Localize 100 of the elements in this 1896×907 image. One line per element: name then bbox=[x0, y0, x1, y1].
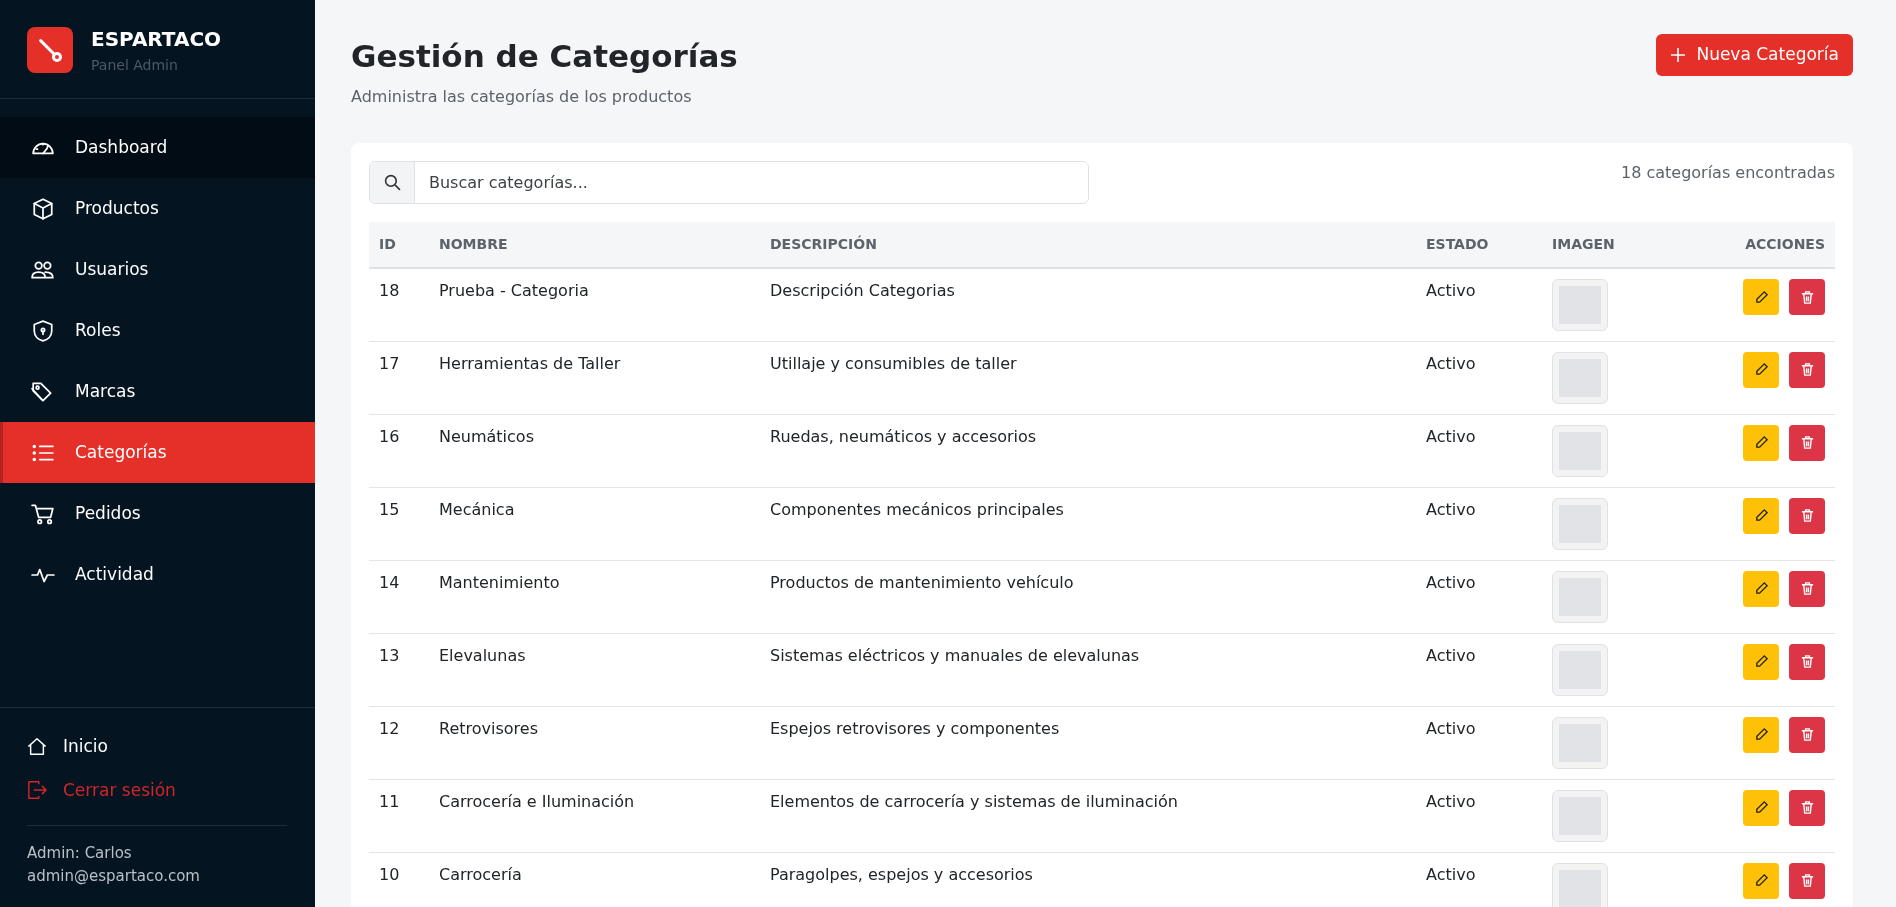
sidebar-item[interactable]: Categorías bbox=[0, 422, 315, 483]
search-icon bbox=[383, 174, 401, 192]
table-cell: Prueba - Categoria bbox=[429, 268, 760, 342]
table-cell: Activo bbox=[1416, 706, 1542, 780]
table-cell: 15 bbox=[369, 487, 429, 561]
brand-subtitle: Panel Admin bbox=[91, 56, 179, 75]
edit-button[interactable] bbox=[1743, 424, 1779, 461]
page-subtitle: Administra las categorías de los productos bbox=[351, 86, 693, 109]
delete-button[interactable] bbox=[1789, 643, 1825, 680]
image-thumbnail bbox=[1552, 497, 1608, 550]
results-count: 18 categorías encontradas bbox=[1620, 162, 1835, 185]
table-cell: Activo bbox=[1416, 779, 1542, 853]
shield-icon bbox=[31, 318, 55, 343]
edit-button[interactable] bbox=[1743, 643, 1779, 680]
sidebar-item[interactable]: Pedidos bbox=[0, 483, 315, 544]
table-cell: 14 bbox=[369, 560, 429, 634]
delete-button[interactable] bbox=[1789, 716, 1825, 753]
edit-button[interactable] bbox=[1743, 789, 1779, 826]
table-cell: Activo bbox=[1416, 268, 1542, 342]
edit-button[interactable] bbox=[1743, 351, 1779, 388]
delete-button[interactable] bbox=[1789, 789, 1825, 826]
trash-icon bbox=[1799, 800, 1815, 816]
table-cell: Activo bbox=[1416, 560, 1542, 634]
trash-icon bbox=[1799, 435, 1815, 451]
delete-button[interactable] bbox=[1789, 279, 1825, 316]
table-cell: Sistemas eléctricos y manuales de elevalunas bbox=[760, 633, 1416, 707]
edit-button[interactable] bbox=[1743, 570, 1779, 607]
search-field[interactable]: Buscar categorías... bbox=[369, 161, 1089, 205]
table-cell: Descripción Categorias bbox=[760, 268, 1416, 342]
table-cell: Componentes mecánicos principales bbox=[760, 487, 1416, 561]
image-thumbnail bbox=[1552, 716, 1608, 769]
pencil-icon bbox=[1753, 800, 1769, 816]
image-thumbnail bbox=[1552, 351, 1608, 404]
delete-button[interactable] bbox=[1789, 351, 1825, 388]
table-cell: Espejos retrovisores y componentes bbox=[760, 706, 1416, 780]
table-cell: 13 bbox=[369, 633, 429, 707]
trash-icon bbox=[1799, 727, 1815, 743]
brand-title: ESPARTACO bbox=[91, 27, 222, 51]
column-header: IMAGEN bbox=[1542, 222, 1702, 269]
sidebar-item[interactable]: Dashboard bbox=[0, 117, 315, 178]
sidebar-item[interactable]: Actividad bbox=[0, 544, 315, 605]
image-thumbnail bbox=[1552, 789, 1608, 842]
trash-icon bbox=[1799, 873, 1815, 889]
table-cell: Activo bbox=[1416, 341, 1542, 415]
image-thumbnail bbox=[1552, 424, 1608, 477]
admin-email: admin@espartaco.com bbox=[27, 865, 201, 887]
pencil-icon bbox=[1753, 727, 1769, 743]
table-cell: 10 bbox=[369, 852, 429, 907]
sidebar-item[interactable]: Marcas bbox=[0, 361, 315, 422]
table-cell: 17 bbox=[369, 341, 429, 415]
cart-icon bbox=[31, 501, 55, 526]
edit-button[interactable] bbox=[1743, 716, 1779, 753]
table-cell: Ruedas, neumáticos y accesorios bbox=[760, 414, 1416, 488]
table-cell: Carrocería bbox=[429, 852, 760, 907]
table-cell: Herramientas de Taller bbox=[429, 341, 760, 415]
trash-icon bbox=[1799, 654, 1815, 670]
home-link[interactable]: Inicio bbox=[27, 734, 288, 760]
edit-button[interactable] bbox=[1743, 862, 1779, 899]
table-cell: Activo bbox=[1416, 414, 1542, 488]
page-title: Gestión de Categorías bbox=[351, 38, 738, 76]
table-cell: Activo bbox=[1416, 487, 1542, 561]
column-header: DESCRIPCIÓN bbox=[760, 222, 1416, 269]
plus-icon bbox=[1670, 46, 1687, 63]
edit-button[interactable] bbox=[1743, 497, 1779, 534]
sidebar-item[interactable]: Productos bbox=[0, 178, 315, 239]
sidebar-item[interactable]: Roles bbox=[0, 300, 315, 361]
delete-button[interactable] bbox=[1789, 497, 1825, 534]
table-cell: 11 bbox=[369, 779, 429, 853]
table-cell: 18 bbox=[369, 268, 429, 342]
pencil-icon bbox=[1753, 435, 1769, 451]
sidebar-item[interactable]: Usuarios bbox=[0, 239, 315, 300]
pencil-icon bbox=[1753, 581, 1769, 597]
new-category-button[interactable]: Nueva Categoría bbox=[1656, 34, 1853, 76]
table-cell: Carrocería e Iluminación bbox=[429, 779, 760, 853]
table-cell: Mecánica bbox=[429, 487, 760, 561]
column-header: ID bbox=[369, 222, 429, 269]
pencil-icon bbox=[1753, 873, 1769, 889]
table-cell: Mantenimiento bbox=[429, 560, 760, 634]
delete-button[interactable] bbox=[1789, 570, 1825, 607]
box-icon bbox=[31, 196, 55, 221]
table-cell: Productos de mantenimiento vehículo bbox=[760, 560, 1416, 634]
edit-button[interactable] bbox=[1743, 279, 1779, 316]
delete-button[interactable] bbox=[1789, 424, 1825, 461]
image-thumbnail bbox=[1552, 570, 1608, 623]
column-header: ACCIONES bbox=[1702, 222, 1835, 269]
table-cell: Neumáticos bbox=[429, 414, 760, 488]
image-thumbnail bbox=[1552, 643, 1608, 696]
logout-icon bbox=[27, 780, 47, 801]
table-cell: Paragolpes, espejos y accesorios bbox=[760, 852, 1416, 907]
trash-icon bbox=[1799, 581, 1815, 597]
pencil-icon bbox=[1753, 654, 1769, 670]
logout-link[interactable]: Cerrar sesión bbox=[27, 777, 288, 803]
delete-button[interactable] bbox=[1789, 862, 1825, 899]
trash-icon bbox=[1799, 289, 1815, 305]
table-cell: Activo bbox=[1416, 852, 1542, 907]
column-header: ESTADO bbox=[1416, 222, 1542, 269]
table-cell: Elevalunas bbox=[429, 633, 760, 707]
image-thumbnail bbox=[1552, 279, 1608, 332]
trash-icon bbox=[1799, 362, 1815, 378]
trash-icon bbox=[1799, 508, 1815, 524]
